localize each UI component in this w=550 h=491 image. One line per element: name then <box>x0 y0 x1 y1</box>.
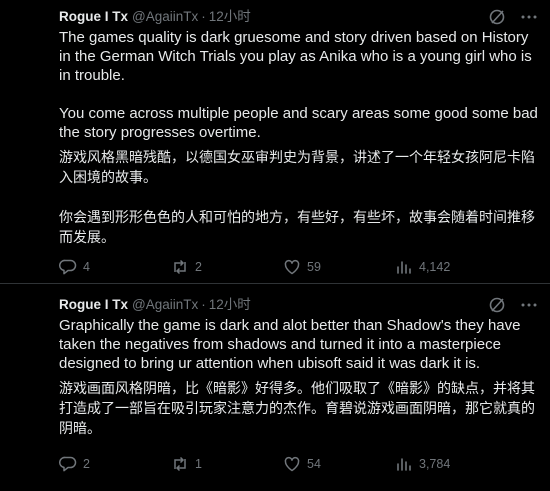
like-count: 54 <box>307 457 321 471</box>
retweet-button[interactable]: 2 <box>171 258 283 276</box>
retweet-count: 2 <box>195 260 202 274</box>
heart-icon <box>284 456 300 472</box>
like-button[interactable]: 54 <box>283 455 395 473</box>
tweet-text: Graphically the game is dark and alot be… <box>59 316 539 439</box>
views-icon <box>397 261 411 274</box>
tweet-header: Rogue I Tx @AgaiinTx · 12小时 <box>59 296 538 314</box>
retweet-count: 1 <box>195 457 202 471</box>
grok-icon[interactable] <box>488 296 506 314</box>
tweet-text-en-1: Graphically the game is dark and alot be… <box>59 317 525 372</box>
tweet-text-en-1: The games quality is dark gruesome and s… <box>59 29 536 84</box>
views-button[interactable]: 4,142 <box>395 258 507 276</box>
timestamp[interactable]: 12小时 <box>209 8 251 26</box>
views-icon <box>397 458 411 471</box>
timestamp[interactable]: 12小时 <box>209 296 251 314</box>
views-count: 4,142 <box>419 260 451 274</box>
reply-icon <box>59 456 77 472</box>
reply-count: 2 <box>83 457 90 471</box>
reply-icon <box>59 259 77 275</box>
user-handle[interactable]: @AgaiinTx <box>132 8 198 26</box>
display-name[interactable]: Rogue I Tx <box>59 8 128 26</box>
more-icon[interactable] <box>520 296 538 314</box>
more-icon[interactable] <box>520 8 538 26</box>
user-handle[interactable]: @AgaiinTx <box>132 296 198 314</box>
heart-icon <box>284 259 300 275</box>
tweet-text-en-2: You come across multiple people and scar… <box>59 105 543 141</box>
tweet-header: Rogue I Tx @AgaiinTx · 12小时 <box>59 8 538 26</box>
tweet-text-zh-2: 你会遇到形形色色的人和可怕的地方，有些好，有些坏，故事会随着时间推移而发展。 <box>59 210 535 246</box>
retweet-icon <box>174 259 186 275</box>
retweet-icon <box>174 456 186 472</box>
tweet[interactable]: Rogue I Tx @AgaiinTx · 12小时 Graphically … <box>0 284 550 491</box>
views-button[interactable]: 3,784 <box>395 455 507 473</box>
display-name[interactable]: Rogue I Tx <box>59 296 128 314</box>
reply-button[interactable]: 2 <box>59 455 171 473</box>
tweet[interactable]: Rogue I Tx @AgaiinTx · 12小时 The games qu… <box>0 0 550 283</box>
like-count: 59 <box>307 260 321 274</box>
retweet-button[interactable]: 1 <box>171 455 283 473</box>
action-bar: 2 1 54 3,784 <box>59 455 529 473</box>
separator: · <box>201 9 206 24</box>
reply-count: 4 <box>83 260 90 274</box>
separator: · <box>201 297 206 312</box>
tweet-text-zh-1: 游戏画面风格阴暗，比《暗影》好得多。他们吸取了《暗影》的缺点，并将其打造成了一部… <box>59 381 535 437</box>
action-bar: 4 2 59 4,142 <box>59 258 529 276</box>
tweet-text: The games quality is dark gruesome and s… <box>59 28 539 248</box>
tweet-text-zh-1: 游戏风格黑暗残酷，以德国女巫审判史为背景，讲述了一个年轻女孩阿尼卡陷入困境的故事… <box>59 150 535 186</box>
grok-icon[interactable] <box>488 8 506 26</box>
reply-button[interactable]: 4 <box>59 258 171 276</box>
views-count: 3,784 <box>419 457 451 471</box>
like-button[interactable]: 59 <box>283 258 395 276</box>
